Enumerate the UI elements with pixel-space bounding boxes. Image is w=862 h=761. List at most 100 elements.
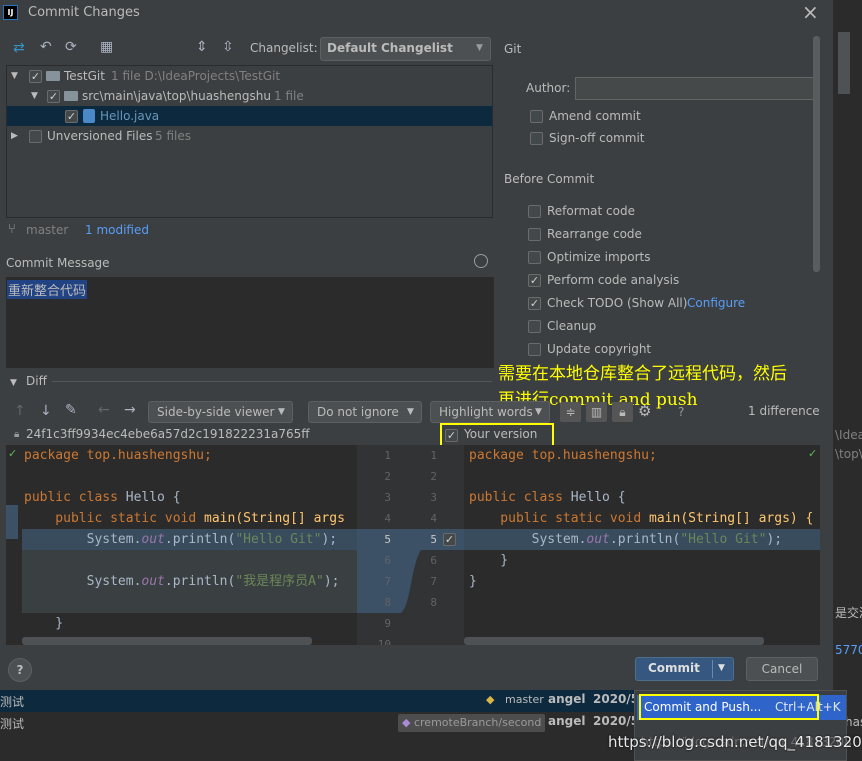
optimize-imports-label[interactable]: Optimize imports bbox=[547, 250, 651, 264]
optimize-imports-checkbox[interactable] bbox=[528, 251, 541, 264]
line-number: 6 bbox=[430, 554, 437, 567]
lock-small-icon: 🔒︎ bbox=[14, 429, 20, 440]
reformat-checkbox[interactable] bbox=[528, 205, 541, 218]
check-todo-checkbox[interactable] bbox=[528, 297, 541, 310]
amend-checkbox[interactable] bbox=[530, 110, 543, 123]
right-line-numbers: 1 2 3 4 5 6 7 8 bbox=[417, 445, 437, 613]
left-code: package top.huashengshu; public class He… bbox=[24, 445, 345, 634]
expand-all-icon[interactable]: ⇕ bbox=[196, 40, 208, 54]
configure-link[interactable]: Configure bbox=[687, 296, 745, 310]
code-line: package top.huashengshu; bbox=[24, 445, 345, 466]
rearrange-checkbox[interactable] bbox=[528, 228, 541, 241]
highlight-value: Highlight words bbox=[439, 405, 533, 419]
tree-row-unversioned[interactable]: ▶ Unversioned Files 5 files bbox=[7, 126, 492, 146]
rollback-icon[interactable]: ↶ bbox=[40, 40, 52, 54]
log-author: angel bbox=[548, 692, 586, 706]
tree-checkbox[interactable] bbox=[29, 70, 42, 83]
close-icon[interactable]: × bbox=[802, 0, 819, 24]
history-icon[interactable] bbox=[474, 254, 488, 268]
right-hscrollbar[interactable] bbox=[464, 637, 764, 645]
code-token: System. bbox=[469, 532, 587, 547]
cancel-button[interactable]: Cancel bbox=[746, 657, 818, 681]
viewer-dropdown[interactable]: Side-by-side viewer ▼ bbox=[148, 401, 293, 423]
modified-link[interactable]: 1 modified bbox=[85, 223, 149, 237]
arrow-down-icon[interactable]: ↓ bbox=[40, 404, 52, 418]
code-token: main(String[] args bbox=[204, 511, 345, 526]
expand-arrow-icon[interactable]: ▶ bbox=[11, 126, 18, 146]
diff-help-icon[interactable]: ? bbox=[678, 405, 684, 419]
sync-scroll-icon[interactable]: ▥ bbox=[586, 402, 607, 422]
diff-left-editor[interactable]: ✓ package top.huashengshu; public class … bbox=[6, 445, 357, 645]
reformat-label[interactable]: Reformat code bbox=[547, 204, 635, 218]
collapse-all-icon[interactable]: ⇳ bbox=[222, 40, 234, 54]
arrow-up-icon[interactable]: ↑ bbox=[14, 404, 26, 418]
diff-right-editor[interactable]: ✓ package top.huashengshu; public class … bbox=[464, 445, 820, 645]
rearrange-label[interactable]: Rearrange code bbox=[547, 227, 642, 241]
amend-label[interactable]: Amend commit bbox=[549, 109, 641, 123]
tree-checkbox[interactable] bbox=[47, 90, 60, 103]
difference-count: 1 difference bbox=[748, 404, 820, 418]
commit-message-input[interactable]: 重新整合代码 bbox=[6, 277, 494, 368]
chevron-down-icon[interactable]: ▼ bbox=[718, 663, 725, 673]
expand-arrow-icon[interactable]: ▼ bbox=[11, 66, 18, 86]
code-analysis-label[interactable]: Perform code analysis bbox=[547, 273, 679, 287]
line-number: 7 bbox=[430, 575, 437, 588]
update-copyright-checkbox[interactable] bbox=[528, 343, 541, 356]
tree-row-file[interactable]: Hello.java bbox=[7, 106, 492, 126]
check-todo-label[interactable]: Check TODO (Show All) bbox=[547, 296, 687, 310]
edit-icon[interactable]: ✎ bbox=[65, 403, 77, 417]
commit-split-button[interactable]: Commit ▼ bbox=[635, 657, 734, 681]
author-input[interactable] bbox=[575, 77, 816, 100]
code-token: Hello { bbox=[125, 490, 181, 505]
arrow-left-icon[interactable]: ← bbox=[98, 403, 110, 417]
signoff-label[interactable]: Sign-off commit bbox=[549, 131, 645, 145]
tree-row-package[interactable]: ▼ src\main\java\top\huashengshu 1 file bbox=[7, 86, 492, 106]
code-line: } bbox=[24, 613, 345, 634]
options-scrollbar[interactable] bbox=[813, 36, 820, 272]
cleanup-label[interactable]: Cleanup bbox=[547, 319, 596, 333]
highlight-dropdown[interactable]: Highlight words ▼ bbox=[430, 401, 550, 423]
help-button[interactable]: ? bbox=[8, 658, 32, 682]
left-line-numbers: 1 2 3 4 5 6 7 8 9 10 bbox=[371, 445, 391, 645]
tree-checkbox[interactable] bbox=[65, 110, 78, 123]
left-hscrollbar[interactable] bbox=[22, 637, 312, 645]
include-change-checkbox[interactable] bbox=[443, 533, 456, 546]
cleanup-checkbox[interactable] bbox=[528, 320, 541, 333]
tree-meta: 1 file bbox=[274, 89, 304, 103]
right-code: package top.huashengshu; public class He… bbox=[469, 445, 813, 592]
refresh-icon[interactable]: ⟳ bbox=[65, 40, 77, 54]
settings-gear-icon[interactable]: ⚙ bbox=[638, 402, 651, 420]
diff-label: Diff bbox=[26, 374, 47, 388]
ignore-dropdown[interactable]: Do not ignore ▼ bbox=[308, 401, 422, 423]
line-number: 1 bbox=[430, 449, 437, 462]
before-commit-list: Reformat code Rearrange code Optimize im… bbox=[528, 203, 818, 363]
line-number: 3 bbox=[430, 491, 437, 504]
code-line: System.out.println("Hello Git"); bbox=[469, 529, 813, 550]
code-token: out bbox=[586, 532, 610, 547]
before-commit-title: Before Commit bbox=[504, 172, 595, 186]
line-number: 4 bbox=[384, 512, 391, 525]
changelist-value: Default Changelist bbox=[327, 41, 453, 55]
log-branch-badge: ◆ cremoteBranch/second bbox=[398, 714, 546, 732]
tree-checkbox[interactable] bbox=[29, 130, 42, 143]
show-diff-icon[interactable]: ⇄ bbox=[13, 41, 25, 55]
code-analysis-checkbox[interactable] bbox=[528, 274, 541, 287]
diff-collapse-icon[interactable]: ▼ bbox=[10, 378, 17, 388]
signoff-checkbox[interactable] bbox=[530, 132, 543, 145]
line-number: 6 bbox=[384, 554, 391, 567]
code-line: package top.huashengshu; bbox=[469, 445, 813, 466]
changelist-dropdown[interactable]: Default Changelist ▼ bbox=[320, 37, 491, 61]
arrow-right-icon[interactable]: → bbox=[124, 403, 136, 417]
line-number: 5 bbox=[384, 533, 391, 546]
update-copyright-label[interactable]: Update copyright bbox=[547, 342, 651, 356]
expand-arrow-icon[interactable]: ▼ bbox=[31, 86, 38, 106]
bg-right-text-2: \top\ bbox=[835, 447, 862, 461]
collapse-unchanged-icon[interactable]: ≑ bbox=[560, 402, 581, 422]
commit-button-label[interactable]: Commit bbox=[648, 661, 700, 675]
tree-row-project[interactable]: ▼ TestGit 1 file D:\IdeaProjects\TestGit bbox=[7, 66, 492, 86]
lock-icon[interactable]: 🔒︎ bbox=[612, 402, 633, 422]
group-by-icon[interactable]: ▦ bbox=[100, 40, 113, 54]
left-gutter-marker bbox=[6, 505, 18, 539]
